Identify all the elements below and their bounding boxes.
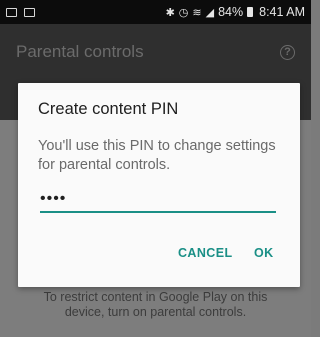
- ok-button[interactable]: OK: [254, 246, 274, 260]
- help-icon[interactable]: ?: [280, 44, 295, 60]
- cancel-button[interactable]: CANCEL: [178, 246, 232, 260]
- gallery-icon: [24, 7, 35, 17]
- pin-input[interactable]: [40, 187, 276, 213]
- page-title: Parental controls: [16, 42, 144, 61]
- bluetooth-icon: ✱: [165, 6, 175, 19]
- signal-icon: ◢: [205, 6, 215, 19]
- status-bar: ✱ ◷ ≋ ◢ 84% 8:41 AM: [0, 0, 311, 24]
- dialog-message: You'll use this PIN to change settings f…: [38, 138, 276, 173]
- battery-percent: 84%: [218, 5, 244, 19]
- battery-icon: [247, 7, 254, 17]
- app-bar: Parental controls ?: [0, 24, 311, 80]
- status-left: [6, 7, 35, 17]
- parental-controls-description: To restrict content in Google Play on th…: [43, 290, 268, 319]
- create-pin-dialog: Create content PIN You'll use this PIN t…: [18, 83, 300, 287]
- clock: 8:41 AM: [259, 5, 305, 19]
- status-right: ✱ ◷ ≋ ◢ 84% 8:41 AM: [166, 5, 305, 19]
- wifi-icon: ≋: [192, 6, 202, 19]
- notification-icon: [6, 7, 17, 17]
- alarm-icon: ◷: [178, 6, 189, 19]
- dialog-title: Create content PIN: [38, 100, 179, 118]
